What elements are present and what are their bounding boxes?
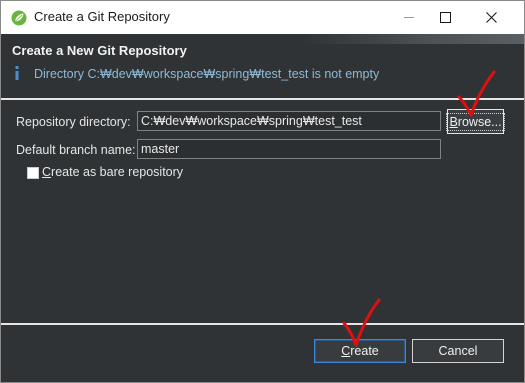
bare-repository-checkbox[interactable] xyxy=(27,167,39,179)
spring-leaf-icon xyxy=(11,10,27,26)
close-button[interactable] xyxy=(468,1,514,34)
header-banner: Create a New Git Repository Directory C:… xyxy=(1,34,524,90)
window-title: Create a Git Repository xyxy=(34,9,170,24)
repository-directory-input[interactable] xyxy=(137,111,441,131)
banner-title: Create a New Git Repository xyxy=(12,43,187,58)
minimize-icon xyxy=(404,17,414,18)
create-git-repository-dialog: Create a Git Repository Create a New Git… xyxy=(0,0,525,383)
default-branch-label: Default branch name: xyxy=(16,143,136,157)
banner-message: Directory C:₩dev₩workspace₩spring₩test_t… xyxy=(34,67,380,81)
bare-repository-label[interactable]: Create as bare repository xyxy=(42,165,183,179)
cancel-button[interactable]: Cancel xyxy=(412,339,504,363)
cancel-button-label: Cancel xyxy=(438,344,478,358)
close-icon xyxy=(485,12,497,23)
browse-button-label: Browse... xyxy=(446,112,505,131)
divider xyxy=(1,323,524,325)
banner-decoration xyxy=(301,34,524,44)
info-icon xyxy=(15,66,19,80)
create-button[interactable]: Create xyxy=(314,339,406,363)
create-button-label: Create xyxy=(341,344,379,358)
title-bar[interactable]: Create a Git Repository xyxy=(1,1,524,34)
default-branch-input[interactable] xyxy=(137,139,441,159)
divider xyxy=(1,98,524,100)
maximize-button[interactable] xyxy=(422,1,468,34)
repository-directory-label: Repository directory: xyxy=(16,115,131,129)
browse-button[interactable]: Browse... xyxy=(446,109,505,134)
maximize-icon xyxy=(439,12,451,23)
